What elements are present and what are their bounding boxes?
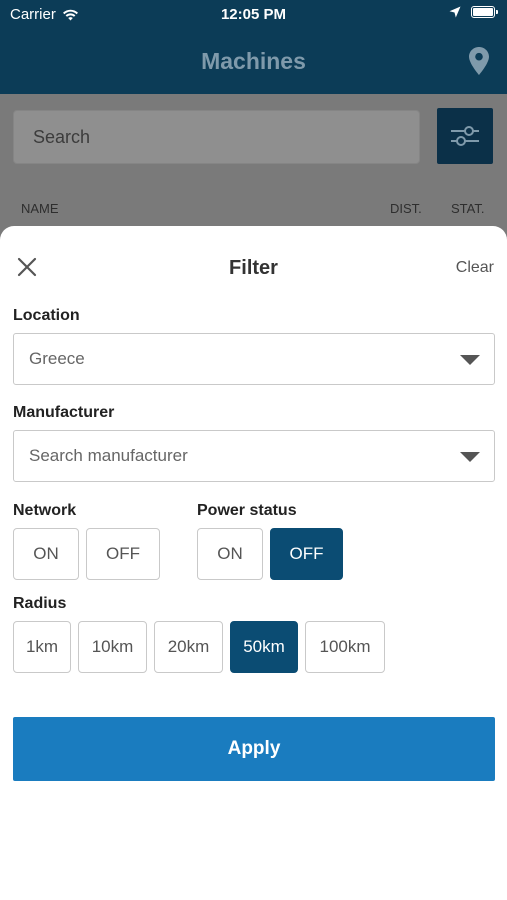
radius-1km-chip[interactable]: 1km [13,621,71,673]
nav-bar: Machines [0,30,507,94]
manufacturer-placeholder: Search manufacturer [29,446,188,465]
column-header-stat: STAT. [451,201,485,216]
radius-label: Radius [13,595,67,612]
network-label: Network [13,502,77,519]
location-label: Location [13,307,80,324]
location-value: Greece [29,349,85,368]
manufacturer-dropdown[interactable]: Search manufacturer [13,430,495,482]
radius-100km-chip[interactable]: 100km [305,621,385,673]
radius-20km-chip[interactable]: 20km [154,621,223,673]
radius-50km-chip[interactable]: 50km [230,621,298,673]
clock: 12:05 PM [220,6,287,23]
filter-toggle-button[interactable] [437,108,493,164]
apply-button[interactable]: Apply [13,717,495,781]
network-off-chip[interactable]: OFF [86,528,160,580]
network-on-chip[interactable]: ON [13,528,79,580]
power-on-chip[interactable]: ON [197,528,263,580]
column-header-name: NAME [21,201,59,216]
clear-button[interactable]: Clear [456,259,494,277]
location-dropdown[interactable]: Greece [13,333,495,385]
status-bar: Carrier 12:05 PM [0,0,507,30]
sliders-icon [451,126,479,146]
battery-icon [471,6,498,18]
status-icons [449,6,498,18]
filter-title: Filter [229,257,278,279]
radius-10km-chip[interactable]: 10km [78,621,147,673]
map-pin-icon[interactable] [469,47,489,75]
location-arrow-icon [449,6,461,18]
page-title: Machines [201,48,306,74]
chevron-down-icon [460,452,480,462]
power-status-label: Power status [197,502,297,519]
power-off-chip[interactable]: OFF [270,528,343,580]
manufacturer-label: Manufacturer [13,404,115,421]
filter-sheet: Filter Clear Location Greece Manufacture… [0,226,507,900]
search-input[interactable]: Search [13,110,420,164]
chevron-down-icon [460,355,480,365]
column-header-dist: DIST. [390,201,422,216]
